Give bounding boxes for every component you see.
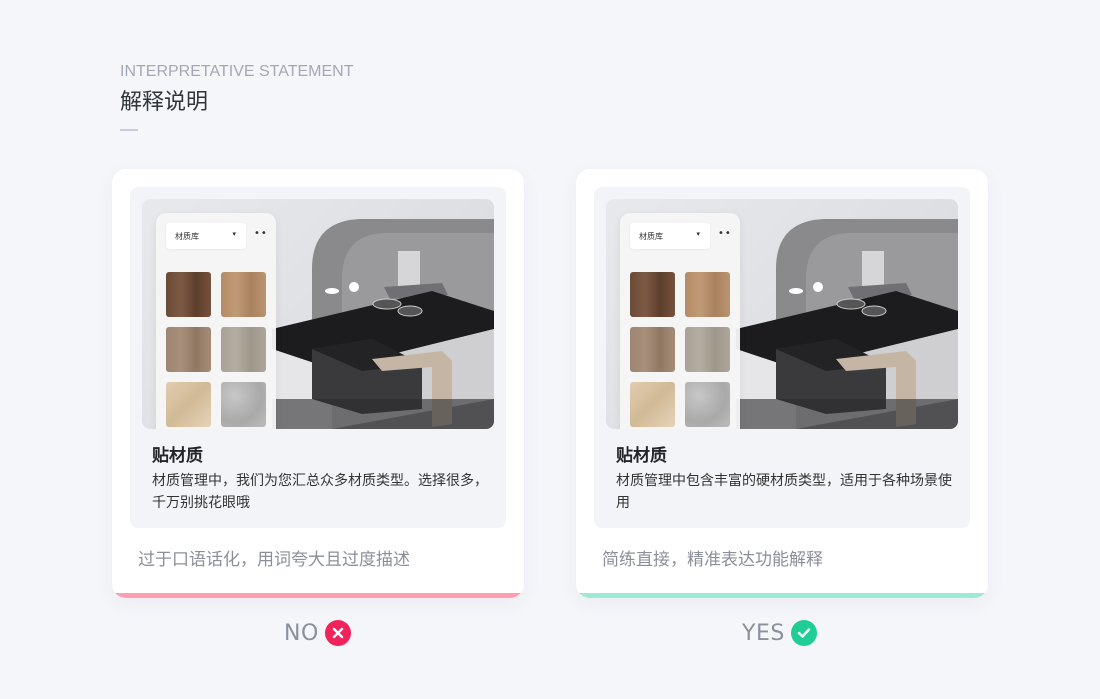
dropdown-label: 材质库 [175,232,199,241]
feature-title: 贴材质 [616,446,667,466]
title-underline [120,129,138,131]
more-icon[interactable]: •• [718,228,732,239]
kitchen-screenshot: 材质库 ▾ •• [606,199,958,429]
material-swatch[interactable] [221,327,266,372]
chevron-down-icon: ▾ [232,230,236,238]
dropdown-label: 材质库 [639,232,663,241]
accent-bar [576,593,988,598]
material-library-dropdown[interactable]: 材质库 ▾ [630,223,710,249]
accent-bar [112,593,524,598]
section-eyebrow: INTERPRETATIVE STATEMENT [120,63,354,80]
example-panel: 材质库 ▾ •• 贴材质 材质管理中包含丰富的硬材质类型，适用于各种场景使用 [594,187,970,528]
example-caption: 过于口语话化，用词夸大且过度描述 [138,550,410,570]
material-swatch[interactable] [685,272,730,317]
check-icon [790,620,817,646]
section-title: 解释说明 [120,90,209,115]
material-swatch[interactable] [630,382,675,427]
material-swatch[interactable] [685,327,730,372]
more-icon[interactable]: •• [254,228,268,239]
material-swatch[interactable] [630,327,675,372]
material-swatch[interactable] [166,272,211,317]
verdict-label: NO [284,620,319,646]
material-swatch[interactable] [685,382,730,427]
chevron-down-icon: ▾ [696,230,700,238]
material-swatch[interactable] [630,272,675,317]
example-panel: 材质库 ▾ •• 贴材质 材质管理中，我们为您汇总众多材质类型。选择很多，千万别… [130,187,506,528]
kitchen-illustration [272,219,494,429]
verdict-label: YES [742,620,785,646]
kitchen-illustration [736,219,958,429]
example-card-yes: 材质库 ▾ •• 贴材质 材质管理中包含丰富的硬材质类型，适用于各种场景使用 简… [576,169,988,598]
material-library-panel: 材质库 ▾ •• [156,213,276,429]
example-card-no: 材质库 ▾ •• 贴材质 材质管理中，我们为您汇总众多材质类型。选择很多，千万别… [112,169,524,598]
example-caption: 简练直接，精准表达功能解释 [602,550,823,570]
verdict-no: NO [284,620,351,646]
feature-description: 材质管理中包含丰富的硬材质类型，适用于各种场景使用 [616,473,952,511]
material-library-dropdown[interactable]: 材质库 ▾ [166,223,246,249]
material-swatch[interactable] [221,382,266,427]
section-header: INTERPRETATIVE STATEMENT 解释说明 [120,62,354,131]
material-swatch[interactable] [166,327,211,372]
verdict-yes: YES [742,620,817,646]
close-icon [324,620,351,646]
feature-title: 贴材质 [152,446,203,466]
kitchen-screenshot: 材质库 ▾ •• [142,199,494,429]
material-library-panel: 材质库 ▾ •• [620,213,740,429]
material-swatch[interactable] [166,382,211,427]
material-swatch[interactable] [221,272,266,317]
feature-description: 材质管理中，我们为您汇总众多材质类型。选择很多，千万别挑花眼哦 [152,473,488,511]
